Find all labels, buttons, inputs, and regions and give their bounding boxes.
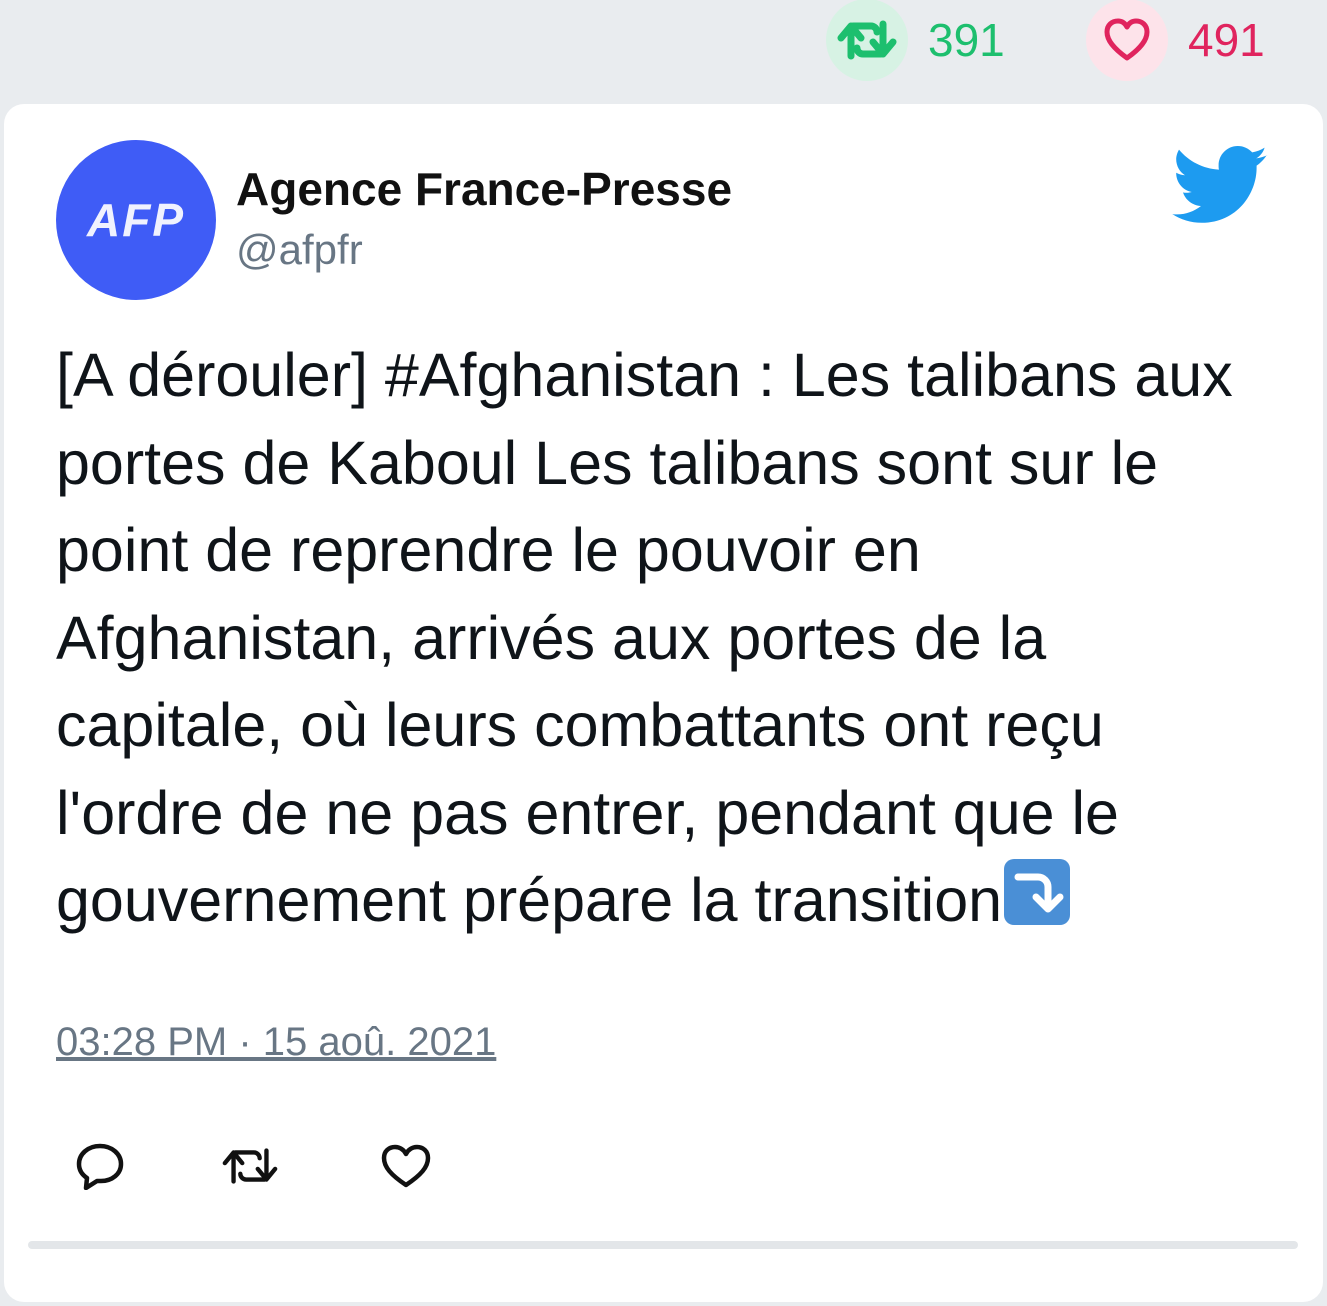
like-count: 491 (1188, 14, 1265, 66)
retweet-stat-icon-bg (826, 0, 908, 81)
author-handle[interactable]: @afpfr (236, 226, 363, 274)
avatar-logo-text: AFP (87, 194, 185, 246)
retweet-icon (837, 20, 897, 60)
top-stats-bar: 391 491 (0, 0, 1327, 100)
heart-icon (1104, 18, 1150, 61)
tweet-card[interactable]: AFP Agence France-Presse @afpfr [A dérou… (4, 104, 1323, 1302)
heart-icon (381, 1144, 431, 1188)
retweet-stat[interactable]: 391 (826, 0, 1005, 81)
tweet-text-body: [A dérouler] #Afghanistan : Les talibans… (56, 341, 1233, 934)
reply-button[interactable] (70, 1136, 130, 1196)
like-button[interactable] (376, 1136, 436, 1196)
card-bottom-divider (28, 1241, 1298, 1249)
retweet-icon (222, 1148, 278, 1184)
like-stat-icon-bg (1086, 0, 1168, 81)
avatar[interactable]: AFP (56, 140, 216, 300)
retweet-button[interactable] (220, 1136, 280, 1196)
twitter-bird-icon[interactable] (1172, 146, 1270, 226)
tweet-text: [A dérouler] #Afghanistan : Les talibans… (56, 332, 1256, 945)
author-name[interactable]: Agence France-Presse (236, 162, 732, 216)
tweet-timestamp[interactable]: 03:28 PM · 15 aoû. 2021 (56, 1020, 496, 1065)
arrow-down-right-emoji (1004, 859, 1071, 925)
reply-icon (76, 1143, 124, 1190)
like-stat[interactable]: 491 (1086, 0, 1265, 81)
retweet-count: 391 (928, 14, 1005, 66)
